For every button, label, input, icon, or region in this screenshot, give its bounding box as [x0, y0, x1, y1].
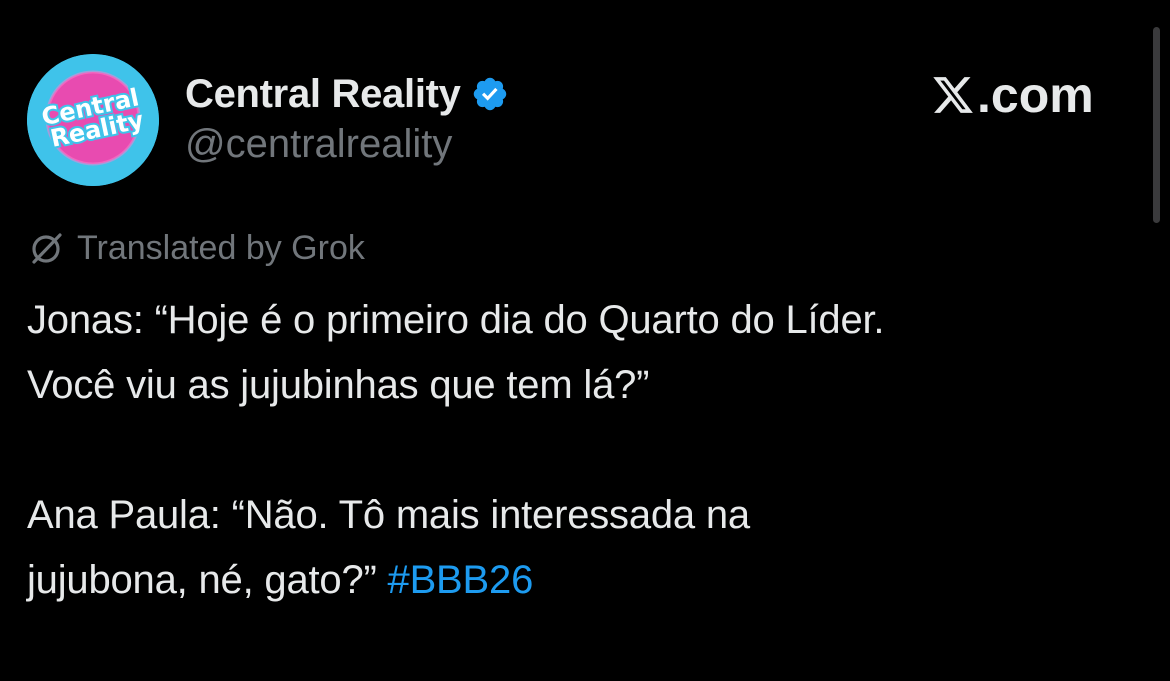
central-reality-logo: Central Reality — [27, 54, 159, 186]
tweet-text: Jonas: “Hoje é o primeiro dia do Quarto … — [27, 288, 1137, 613]
name-row: Central Reality — [185, 68, 509, 120]
avatar[interactable]: Central Reality — [27, 54, 159, 186]
user-handle[interactable]: @centralreality — [185, 122, 452, 167]
grok-icon — [32, 233, 62, 264]
tweet-paragraph-1: Jonas: “Hoje é o primeiro dia do Quarto … — [27, 298, 885, 407]
scrollbar[interactable] — [1153, 27, 1160, 223]
translated-by-grok[interactable]: Translated by Grok — [27, 226, 365, 270]
display-name[interactable]: Central Reality — [185, 72, 461, 117]
x-com-logo: .com — [930, 66, 1094, 124]
brand-suffix: .com — [977, 67, 1094, 123]
hashtag-link[interactable]: #BBB26 — [388, 558, 534, 602]
verified-badge-icon — [471, 75, 509, 113]
x-logo-icon — [933, 77, 973, 113]
translated-label: Translated by Grok — [77, 228, 365, 267]
